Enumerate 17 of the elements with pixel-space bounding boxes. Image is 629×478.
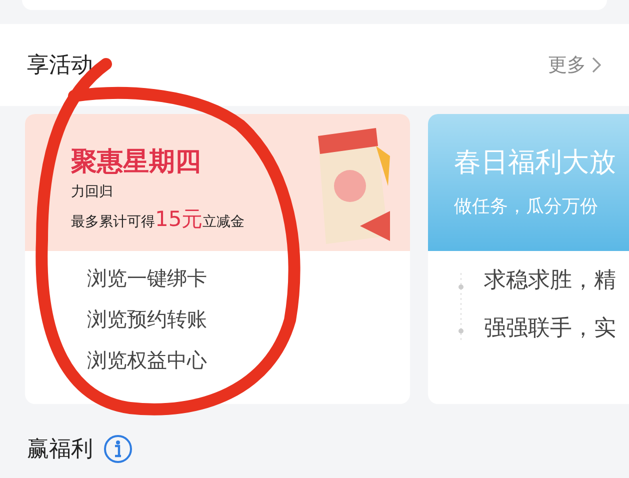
banner-text: 力回归 xyxy=(71,183,114,201)
banner-text: 最多累计可得15元立减金 xyxy=(71,206,246,233)
activity-item[interactable]: 求稳求胜，精 xyxy=(484,265,629,295)
banner-text: 做任务，瓜分万份 xyxy=(454,195,599,218)
banner-title: 聚惠星期四 xyxy=(71,146,202,179)
info-icon[interactable] xyxy=(103,434,133,464)
more-link[interactable]: 更多 xyxy=(548,52,601,78)
activity-item[interactable]: 浏览权益中心 xyxy=(87,347,410,374)
section-title: 赢福利 xyxy=(27,436,93,464)
timeline-drawing xyxy=(458,273,464,343)
activity-item[interactable]: 浏览预约转账 xyxy=(87,306,410,333)
activity-card[interactable]: 春日福利大放 做任务，瓜分万份 求稳求胜，精 强强联手，实 xyxy=(428,114,629,404)
activity-card[interactable]: 聚惠星期四 力回归 最多累计可得15元立减金 浏览一键绑卡 浏览预约转账 浏览权益中心 xyxy=(25,114,410,404)
activity-item[interactable]: 浏览一键绑卡 xyxy=(87,265,410,292)
chevron-right-icon xyxy=(592,57,601,73)
activity-item[interactable]: 强强联手，实 xyxy=(484,313,629,343)
banner-title: 春日福利大放 xyxy=(454,146,617,180)
